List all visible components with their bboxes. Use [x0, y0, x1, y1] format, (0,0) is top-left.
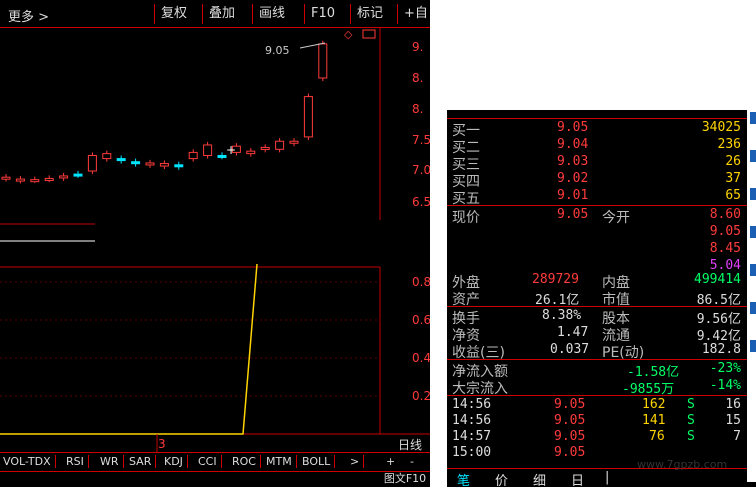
volume-tick: 0.60 [412, 313, 430, 327]
indicator-tab[interactable]: CCI [198, 455, 222, 468]
indicator-tab[interactable]: KDJ [164, 455, 188, 468]
indicator-tab[interactable]: BOLL [302, 455, 336, 468]
price-chart[interactable]: 9.05 ◇ + 9. 8. 8. 7.50 7.00 6.50 [0, 0, 430, 265]
indicator-tab[interactable]: ROC [232, 455, 261, 468]
bid-row: 买五 9.01 65 [452, 188, 741, 207]
price-tick: 7.00 [412, 163, 430, 177]
candle[interactable] [159, 163, 169, 167]
low-row: 8.45 [709, 241, 741, 256]
candle[interactable] [275, 140, 285, 150]
candle[interactable] [44, 177, 54, 181]
side-tool-icon[interactable] [750, 340, 756, 352]
volume-tick: 0.20 [412, 389, 430, 403]
candle[interactable] [102, 153, 112, 160]
side-tool-icon[interactable] [750, 112, 756, 124]
side-tool-icon[interactable] [750, 226, 756, 238]
price-tick: 8. [412, 71, 423, 85]
bid-row: 买四 9.02 37 [452, 171, 741, 190]
cursor-label: 3 [158, 437, 166, 451]
candle[interactable] [30, 179, 40, 183]
indicator-tab[interactable]: VOL-TDX [3, 455, 56, 468]
bottom-strip [608, 482, 756, 487]
candle[interactable] [174, 164, 184, 168]
netflow-row: 净流入额 -1.58亿 -23% [452, 361, 741, 380]
zoom-out-button[interactable]: - [410, 455, 418, 468]
volume-tick: 0.80 [412, 275, 430, 289]
candle[interactable] [203, 144, 213, 157]
window-icon[interactable] [362, 29, 376, 39]
high-row: 9.05 [709, 224, 741, 239]
bid-row: 买三 9.03 26 [452, 154, 741, 173]
price-tick: 9. [412, 40, 423, 54]
current-price-row: 现价 9.05 今开 8.60 [452, 207, 741, 226]
diamond-icon[interactable]: ◇ [344, 28, 353, 41]
candle[interactable] [188, 151, 198, 160]
indicator-tab[interactable]: SAR [129, 455, 157, 468]
price-tick: 6.50 [412, 195, 430, 209]
watermark: www.7gpzb.com [637, 458, 728, 471]
candle[interactable] [260, 146, 270, 150]
netasset-row: 净资 1.47 流通 9.42亿 [452, 325, 741, 344]
indicator-tab[interactable]: MTM [266, 455, 297, 468]
tab-price[interactable]: 价 [495, 470, 508, 489]
chart-area: 更多 > 复权 叠加 画线 F10 标记 +自 9.05 ◇ + 9. 8. 8… [0, 0, 430, 487]
tab-ticks[interactable]: 笔 [457, 470, 470, 489]
turnover-row: 换手 8.38% 股本 9.56亿 [452, 308, 741, 327]
side-tool-icon[interactable] [750, 264, 756, 276]
period-label[interactable]: 日线 [398, 438, 422, 452]
candle[interactable] [145, 162, 155, 166]
crosshair-icon: + [226, 143, 236, 157]
candle[interactable] [87, 155, 97, 172]
eps-row: 收益(三) 0.037 PE(动) 182.8 [452, 342, 741, 361]
tab-daily[interactable]: 日 [571, 470, 584, 489]
indicator-bar: VOL-TDX RSI WR SAR KDJ CCI ROC MTM BOLL … [0, 452, 430, 472]
quote-panel: 买一 9.05 34025 买二 9.04 236 买三 9.03 26 买四 … [447, 110, 747, 489]
indicator-more-button[interactable]: > [350, 455, 365, 468]
assets-row: 资产 26.1亿 市值 86.5亿 [452, 292, 741, 308]
candle[interactable] [246, 150, 256, 155]
side-tool-icon[interactable] [750, 188, 756, 200]
bid-row: 买一 9.05 34025 [452, 120, 741, 139]
candle[interactable] [217, 155, 227, 158]
volume-tick: 0.40 [412, 351, 430, 365]
candle[interactable] [15, 178, 25, 182]
price-tick: 7.50 [412, 133, 430, 147]
side-tool-icon[interactable] [750, 150, 756, 162]
candle[interactable] [73, 173, 83, 177]
f10-text-button[interactable]: 图文F10 [380, 470, 430, 487]
volume-chart[interactable]: 0.80 0.60 0.40 0.20 3 日线 [0, 262, 430, 452]
tab-detail[interactable]: 细 [533, 470, 546, 489]
candle[interactable] [318, 43, 328, 79]
candle[interactable] [131, 161, 141, 165]
price-tick: 8. [412, 102, 423, 116]
bid-row: 买二 9.04 236 [452, 137, 741, 156]
outer-inner-row: 外盘 289729 内盘 499414 [452, 272, 741, 291]
candle[interactable] [1, 176, 11, 180]
indicator-tab[interactable]: WR [100, 455, 124, 468]
candle[interactable] [303, 96, 313, 138]
block-flow-row: 大宗流入 -9855万 -14% [452, 378, 741, 397]
side-tool-icon[interactable] [750, 302, 756, 314]
candle[interactable] [289, 140, 299, 144]
volume-line [0, 263, 258, 435]
zoom-in-button[interactable]: + [386, 455, 399, 468]
indicator-tab[interactable]: RSI [66, 455, 89, 468]
candle[interactable] [59, 175, 69, 179]
candle[interactable] [116, 158, 126, 162]
high-price-marker: 9.05 [265, 44, 290, 57]
